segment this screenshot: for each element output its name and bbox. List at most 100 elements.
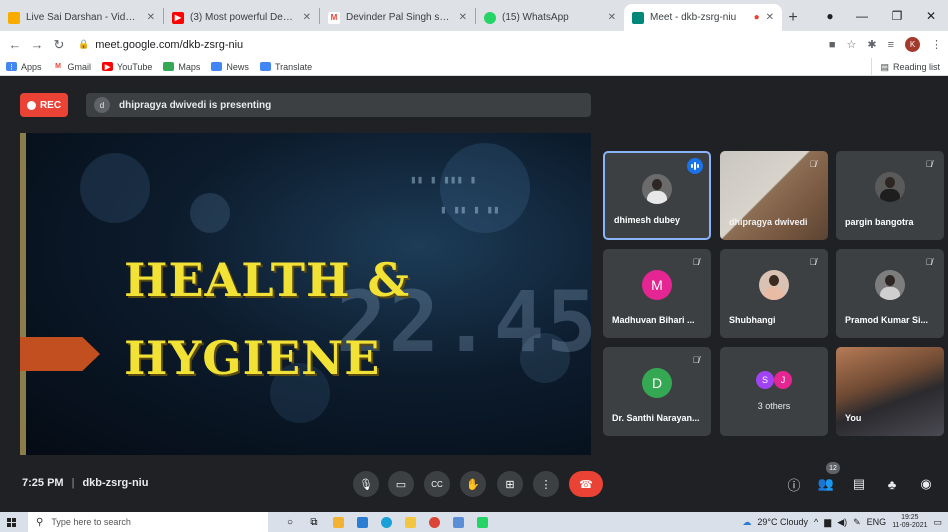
profile-avatar[interactable]: K (905, 37, 920, 52)
address-bar[interactable]: 🔒 meet.google.com/dkb-zsrg-niu (78, 39, 243, 51)
chat-button[interactable]: ▤ (849, 474, 869, 494)
reading-list-button[interactable]: ▤ Reading list (871, 58, 940, 76)
participant-tile[interactable]: 🎙̸ pargin bangotra (836, 151, 944, 240)
more-options-button[interactable]: ⋮ (533, 471, 559, 497)
folder-icon (404, 516, 416, 528)
bookmark-star-icon[interactable]: ☆ (846, 38, 856, 51)
minimize-button[interactable]: — (845, 0, 879, 31)
weather-text[interactable]: 29°C Cloudy (757, 517, 808, 527)
reading-list-icon[interactable]: ≡ (888, 39, 894, 51)
notifications-icon[interactable]: ▭ (933, 517, 942, 528)
people-button[interactable]: 👥 (816, 474, 836, 494)
file-explorer-icon (332, 516, 344, 528)
close-icon[interactable]: ✕ (459, 12, 467, 23)
pen-icon[interactable]: ✎ (853, 517, 861, 528)
captions-button[interactable]: CC (424, 471, 450, 497)
activities-button[interactable]: ♣ (882, 474, 902, 494)
microphone-button[interactable]: 🎙 (353, 471, 379, 497)
bokeh-light (190, 193, 230, 233)
participant-tile[interactable]: 🎙̸ Pramod Kumar Si... (836, 249, 944, 338)
tab-whatsapp[interactable]: (15) WhatsApp ✕ (476, 4, 624, 31)
chevron-up-icon[interactable]: ^ (814, 517, 818, 527)
meeting-code: dkb-zsrg-niu (82, 477, 149, 489)
bookmark-label: Gmail (67, 61, 92, 72)
participant-tile[interactable]: D 🎙̸ Dr. Santhi Narayan... (603, 347, 711, 436)
taskbar-app[interactable] (446, 512, 470, 532)
presenting-banner: d dhipragya dwivedi is presenting (86, 93, 591, 117)
participant-photo (875, 270, 905, 300)
captions-icon: CC (431, 479, 443, 489)
cortana-button[interactable]: ○ (278, 512, 302, 532)
taskbar-search-box[interactable]: ⚲ Type here to search (28, 512, 268, 532)
bookmark-news[interactable]: News (211, 62, 249, 72)
close-window-button[interactable]: ✕ (914, 0, 948, 31)
network-icon[interactable]: ▆ (824, 517, 831, 528)
self-view-tile[interactable]: You (836, 347, 944, 436)
others-tile[interactable]: S J 3 others (720, 347, 828, 436)
restore-button[interactable]: ❐ (880, 0, 914, 31)
separator: | (71, 477, 75, 489)
chrome-icon (428, 516, 440, 528)
participant-tile[interactable]: dhimesh dubey (603, 151, 711, 240)
close-icon[interactable]: ✕ (303, 12, 311, 23)
volume-icon[interactable]: ◀) (837, 517, 847, 528)
participant-name: pargin bangotra (845, 217, 914, 227)
camera-icon[interactable]: ■ (829, 39, 836, 51)
participant-avatar: J (774, 371, 792, 389)
participant-avatar: M (642, 270, 672, 300)
bookmark-apps[interactable]: ⋮ Apps (6, 62, 42, 72)
taskbar-app[interactable] (350, 512, 374, 532)
close-icon[interactable]: ✕ (608, 12, 616, 23)
extensions-icon[interactable]: ✱ (867, 38, 876, 51)
slide-arrow-shape (20, 337, 100, 371)
bookmark-gmail[interactable]: M Gmail (52, 61, 92, 72)
leave-call-button[interactable]: ☎ (569, 471, 603, 497)
back-button[interactable]: ← (4, 37, 26, 52)
taskbar-app[interactable] (374, 512, 398, 532)
news-icon (211, 62, 223, 71)
bookmark-translate[interactable]: Translate (259, 62, 312, 72)
reading-list-label: Reading list (892, 62, 940, 72)
start-button[interactable] (0, 512, 22, 532)
browser-toolbar: ← → ↻ 🔒 meet.google.com/dkb-zsrg-niu ■ ☆… (0, 31, 948, 58)
presentation-screen[interactable]: ▮▮ ▮ ▮▮▮ ▮ ▮ ▮▮ ▮ ▮▮ 22.450 HEALTH & HYG… (20, 133, 591, 455)
participant-tile[interactable]: 🎙̸ Shubhangi (720, 249, 828, 338)
meet-icon (632, 11, 644, 24)
taskbar-app[interactable] (470, 512, 494, 532)
participant-tile[interactable]: 🎙̸ dhipragya dwivedi (720, 151, 828, 240)
recording-badge: REC (20, 93, 68, 117)
ticker-text: ▮ ▮▮ ▮ ▮▮ (440, 203, 500, 216)
tab-devi-mantra[interactable]: ▶ (3) Most powerful Devi mant ✕ (164, 4, 319, 31)
camera-button[interactable]: ▭ (388, 471, 414, 497)
menu-icon[interactable]: ⋮ (931, 38, 942, 51)
present-button[interactable]: ⊞ (497, 471, 523, 497)
forward-button[interactable]: → (26, 37, 48, 52)
media-control-icon[interactable]: ● (813, 0, 847, 31)
language-indicator[interactable]: ENG (867, 517, 887, 527)
host-controls-button[interactable]: ◉ (916, 474, 936, 494)
reload-button[interactable]: ↻ (48, 37, 70, 53)
bookmark-maps[interactable]: Maps (163, 62, 200, 72)
rec-label: REC (39, 99, 62, 111)
taskbar-app[interactable] (398, 512, 422, 532)
taskbar-app[interactable] (422, 512, 446, 532)
mic-icon: 🎙 (359, 478, 373, 491)
raise-hand-button[interactable]: ✋ (460, 471, 486, 497)
meeting-details-button[interactable]: ⓘ (784, 474, 804, 494)
participant-tile[interactable]: M 🎙̸ Madhuvan Bihari ... (603, 249, 711, 338)
bookmark-youtube[interactable]: ▶ YouTube (102, 62, 152, 72)
tab-gmail[interactable]: M Devinder Pal Singh sent you ✕ (320, 4, 475, 31)
new-tab-button[interactable]: + (782, 4, 804, 31)
clock[interactable]: 19:25 11-09-2021 (892, 514, 927, 530)
close-icon[interactable]: ✕ (766, 12, 774, 23)
task-view-button[interactable]: ⧉ (302, 512, 326, 532)
bookmark-label: Apps (21, 61, 42, 72)
toolbar-actions: ■ ☆ ✱ ≡ K ⋮ (829, 31, 942, 58)
participant-name: dhimesh dubey (614, 215, 681, 225)
search-icon: ⚲ (36, 516, 44, 528)
slide-title-line1: HEALTH & (124, 253, 411, 307)
tab-live-sai-darshan[interactable]: Live Sai Darshan - Video Pop ✕ (0, 4, 163, 31)
taskbar-app[interactable] (326, 512, 350, 532)
close-icon[interactable]: ✕ (147, 12, 155, 23)
tab-meet[interactable]: Meet - dkb-zsrg-niu ● ✕ (624, 4, 782, 31)
